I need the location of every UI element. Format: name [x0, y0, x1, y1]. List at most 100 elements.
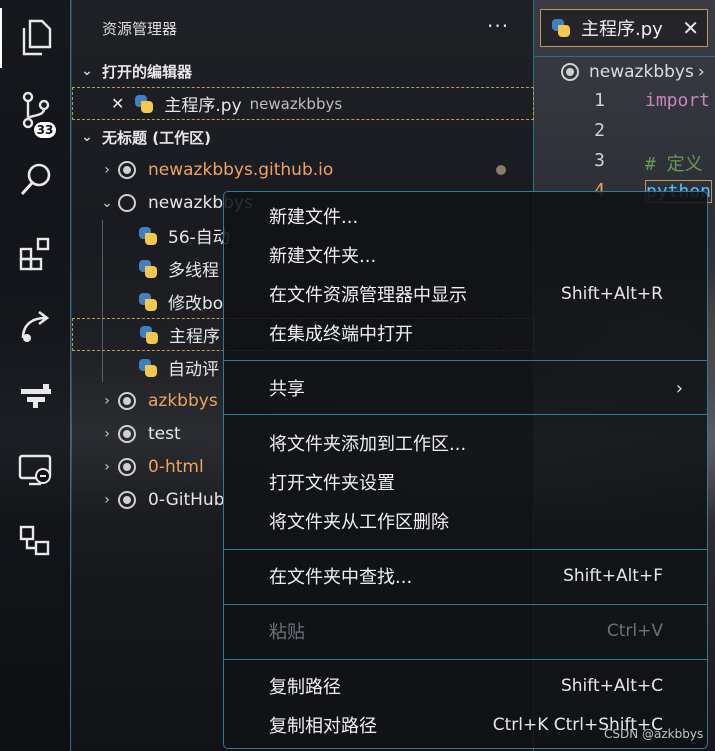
- python-file-icon: [138, 259, 158, 279]
- workspace-header[interactable]: ⌄ 无标题 (工作区): [72, 122, 534, 152]
- menu-item-label: 将文件夹从工作区删除: [269, 512, 449, 533]
- file-name: 自动评: [168, 360, 219, 380]
- breadcrumb[interactable]: newazkbbys ›: [535, 56, 715, 86]
- breadcrumb-folder: newazkbbys: [589, 61, 694, 82]
- repo-icon: [118, 391, 136, 410]
- menu-item-label: 打开文件夹设置: [269, 473, 395, 494]
- python-file-icon: [138, 292, 158, 312]
- menu-item-label: 在集成终端中打开: [269, 324, 413, 345]
- open-editors-label: 打开的编辑器: [102, 62, 193, 81]
- line-number: 3: [594, 150, 605, 171]
- menu-copy-path[interactable]: 复制路径 Shift+Alt+C: [224, 668, 707, 704]
- chevron-right-icon: ›: [104, 458, 110, 475]
- menu-item-label: 复制相对路径: [269, 716, 377, 737]
- workspace-label: 无标题 (工作区): [102, 128, 211, 147]
- menu-item-label: 共享: [269, 379, 305, 400]
- chevron-down-icon: ⌄: [101, 194, 113, 211]
- python-file-icon: [139, 325, 159, 345]
- menu-item-shortcut: Shift+Alt+R: [561, 284, 663, 304]
- menu-item-label: 粘贴: [269, 622, 305, 643]
- chevron-down-icon: ⌄: [81, 63, 93, 79]
- chevron-right-icon: ›: [104, 491, 110, 508]
- menu-paste: 粘贴 Ctrl+V: [224, 613, 707, 649]
- menu-separator: [224, 604, 707, 605]
- remote-explorer-icon[interactable]: [0, 440, 71, 500]
- menu-find-in-folder[interactable]: 在文件夹中查找... Shift+Alt+F: [224, 558, 707, 594]
- modified-dot-icon: [496, 165, 506, 175]
- menu-new-file[interactable]: 新建文件...: [224, 198, 707, 234]
- remote-share-icon[interactable]: [0, 296, 71, 356]
- source-control-badge: 33: [32, 120, 58, 140]
- menu-add-folder-to-workspace[interactable]: 将文件夹添加到工作区...: [224, 425, 707, 461]
- chevron-right-icon: ›: [104, 392, 110, 409]
- file-name: 修改bo: [168, 294, 224, 314]
- menu-separator: [224, 659, 707, 660]
- chevron-down-icon: ⌄: [81, 129, 93, 145]
- chevron-right-icon: ›: [104, 161, 110, 178]
- menu-separator: [224, 549, 707, 550]
- source-control-icon[interactable]: 33: [0, 80, 71, 140]
- repo-icon: [118, 160, 136, 179]
- open-editor-name: 主程序.py: [164, 96, 242, 116]
- tab-label: 主程序.py: [581, 19, 663, 40]
- close-icon[interactable]: ✕: [111, 94, 124, 113]
- chevron-right-icon: ›: [675, 377, 683, 399]
- folder-name: newazkbbys.github.io: [148, 159, 334, 180]
- line-number: 1: [594, 90, 605, 111]
- line-number: 2: [594, 120, 605, 141]
- python-file-icon: [138, 358, 158, 378]
- menu-item-shortcut: Shift+Alt+C: [560, 676, 663, 696]
- watermark: CSDN @azkbbys: [604, 727, 704, 741]
- more-actions-icon[interactable]: ···: [487, 14, 509, 38]
- context-menu: 新建文件... 新建文件夹... 在文件资源管理器中显示 Shift+Alt+R…: [223, 191, 708, 749]
- repo-icon: [118, 424, 136, 443]
- menu-item-shortcut: Ctrl+V: [606, 621, 663, 641]
- python-file-icon: [551, 18, 571, 38]
- file-name: 主程序: [169, 327, 220, 347]
- menu-item-label: 复制路径: [269, 677, 341, 698]
- search-icon[interactable]: [0, 150, 71, 210]
- menu-remove-folder-from-workspace[interactable]: 将文件夹从工作区删除: [224, 503, 707, 539]
- open-editor-item[interactable]: ✕ 主程序.py newazkbbys: [72, 87, 534, 120]
- menu-item-shortcut: Shift+Alt+F: [563, 566, 663, 586]
- menu-item-label: 新建文件...: [269, 207, 359, 228]
- menu-open-in-terminal[interactable]: 在集成终端中打开: [224, 315, 707, 351]
- repo-icon: [118, 193, 136, 212]
- explorer-title: 资源管理器: [102, 20, 178, 38]
- repo-icon: [118, 490, 136, 509]
- menu-item-label: 将文件夹添加到工作区...: [269, 434, 467, 455]
- gitlens-icon[interactable]: [0, 366, 71, 426]
- menu-reveal-in-explorer[interactable]: 在文件资源管理器中显示 Shift+Alt+R: [224, 276, 707, 312]
- tree-folder[interactable]: › newazkbbys.github.io: [72, 153, 534, 186]
- menu-share[interactable]: 共享 ›: [224, 370, 707, 406]
- code-line[interactable]: import: [645, 90, 710, 111]
- close-icon[interactable]: ✕: [682, 16, 699, 40]
- open-editor-folder: newazkbbys: [249, 94, 343, 113]
- file-name: 多线程: [168, 261, 219, 281]
- file-name: 56-自动: [168, 228, 230, 248]
- explorer-icon[interactable]: [0, 8, 71, 68]
- extensions-icon[interactable]: [0, 224, 71, 284]
- folder-name: 0-GitHub: [148, 489, 225, 510]
- python-file-icon: [138, 226, 158, 246]
- editor-tab[interactable]: 主程序.py ✕: [540, 9, 708, 47]
- python-file-icon: [134, 94, 154, 114]
- code-line[interactable]: # 定义: [645, 150, 703, 176]
- chevron-right-icon: ›: [104, 425, 110, 442]
- containers-icon[interactable]: [0, 512, 71, 572]
- folder-name: 0-html: [148, 456, 204, 477]
- open-editors-header[interactable]: ⌄ 打开的编辑器: [72, 56, 534, 86]
- menu-separator: [224, 360, 707, 361]
- repo-icon: [118, 457, 136, 476]
- menu-new-folder[interactable]: 新建文件夹...: [224, 237, 707, 273]
- menu-item-label: 在文件夹中查找...: [269, 567, 413, 588]
- folder-name: test: [148, 423, 181, 444]
- folder-name: azkbbys: [148, 390, 218, 411]
- repo-icon: [561, 62, 579, 81]
- menu-item-label: 在文件资源管理器中显示: [269, 285, 467, 306]
- menu-item-label: 新建文件夹...: [269, 246, 377, 267]
- menu-separator: [224, 414, 707, 415]
- breadcrumb-separator-icon: ›: [697, 61, 705, 82]
- activity-bar: 33: [0, 0, 71, 751]
- menu-open-folder-settings[interactable]: 打开文件夹设置: [224, 464, 707, 500]
